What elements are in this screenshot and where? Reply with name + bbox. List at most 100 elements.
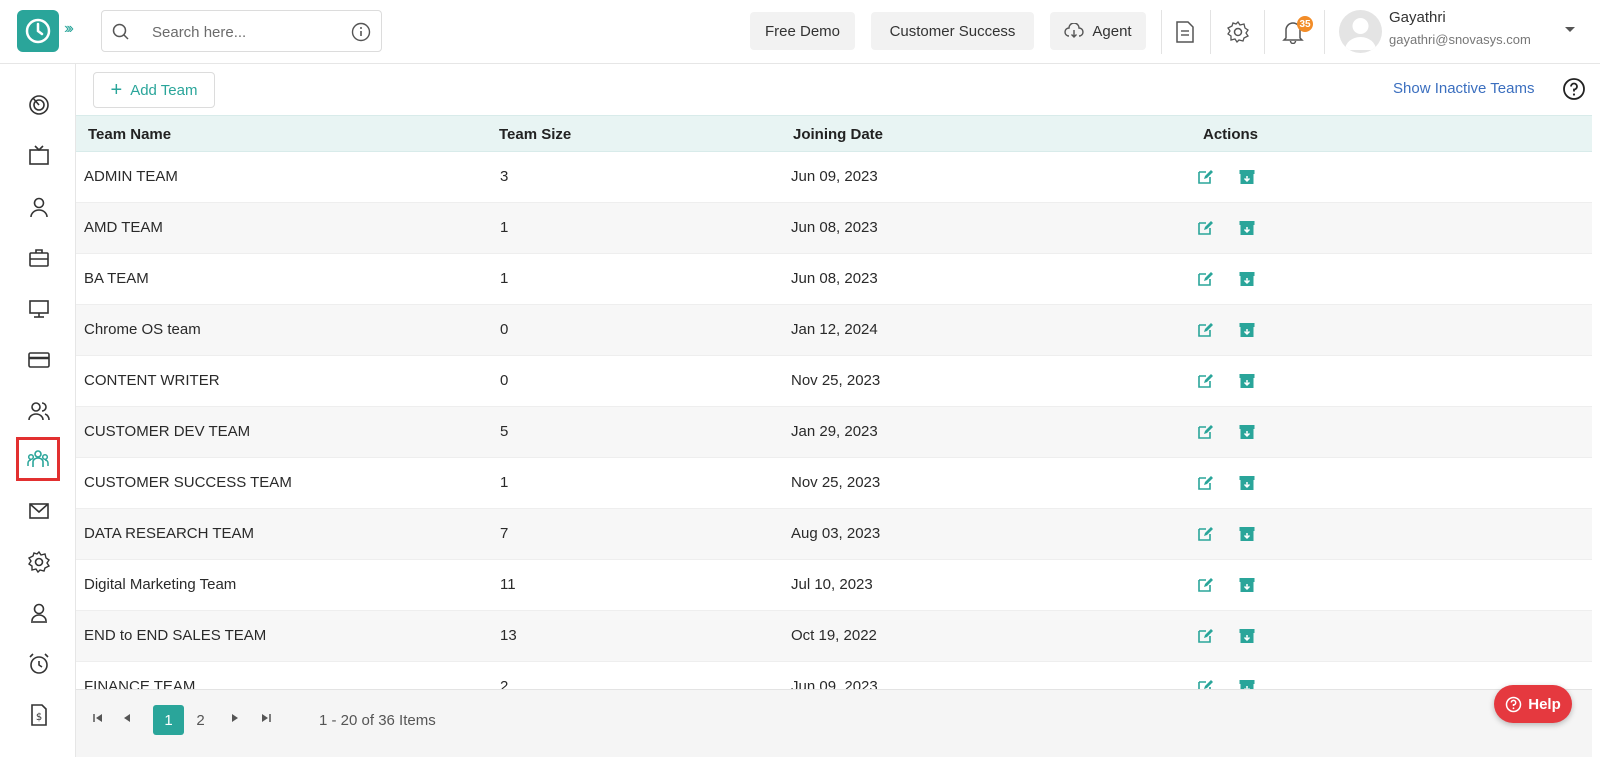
team-size-cell: 11 xyxy=(500,576,516,593)
edit-icon[interactable] xyxy=(1195,320,1215,340)
first-page-icon[interactable] xyxy=(92,712,104,724)
team-size-cell: 1 xyxy=(500,270,509,287)
info-icon[interactable] xyxy=(351,22,371,42)
archive-icon[interactable] xyxy=(1237,626,1257,646)
sidebar-item-dashboard[interactable] xyxy=(18,84,60,126)
main-content: + Add Team Show Inactive Teams Team Name… xyxy=(76,64,1600,757)
team-size-cell: 1 xyxy=(500,219,509,236)
free-demo-button[interactable]: Free Demo xyxy=(750,12,855,50)
archive-icon[interactable] xyxy=(1237,167,1257,187)
joining-date-cell: Jan 29, 2023 xyxy=(791,423,878,440)
sidebar-item-alarm[interactable] xyxy=(18,643,60,685)
joining-date-cell: Jan 12, 2024 xyxy=(791,321,878,338)
team-name-cell: BA TEAM xyxy=(84,270,149,287)
table-row[interactable]: CUSTOMER SUCCESS TEAM 1 Nov 25, 2023 xyxy=(76,458,1592,509)
divider xyxy=(1161,10,1162,54)
header-team-name[interactable]: Team Name xyxy=(88,126,171,143)
page-button-2[interactable]: 2 xyxy=(185,705,216,735)
edit-icon[interactable] xyxy=(1195,575,1215,595)
edit-icon[interactable] xyxy=(1195,269,1215,289)
avatar[interactable] xyxy=(1339,10,1382,53)
edit-icon[interactable] xyxy=(1195,167,1215,187)
table-row[interactable]: AMD TEAM 1 Jun 08, 2023 xyxy=(76,203,1592,254)
next-page-icon[interactable] xyxy=(230,712,240,724)
last-page-icon[interactable] xyxy=(260,712,272,724)
edit-icon[interactable] xyxy=(1195,473,1215,493)
table-row[interactable]: CUSTOMER DEV TEAM 5 Jan 29, 2023 xyxy=(76,407,1592,458)
pagination-info: 1 - 20 of 36 Items xyxy=(319,712,436,729)
joining-date-cell: Jun 09, 2023 xyxy=(791,168,878,185)
archive-icon[interactable] xyxy=(1237,473,1257,493)
help-question-icon[interactable] xyxy=(1562,77,1586,101)
previous-page-icon[interactable] xyxy=(122,712,132,724)
sidebar-item-user[interactable] xyxy=(18,186,60,228)
show-inactive-teams-link[interactable]: Show Inactive Teams xyxy=(1393,80,1534,97)
table-row[interactable]: BA TEAM 1 Jun 08, 2023 xyxy=(76,254,1592,305)
agent-label: Agent xyxy=(1092,22,1132,40)
header-team-size[interactable]: Team Size xyxy=(499,126,571,143)
search-input[interactable] xyxy=(152,21,332,43)
archive-icon[interactable] xyxy=(1237,269,1257,289)
table-row[interactable]: Digital Marketing Team 11 Jul 10, 2023 xyxy=(76,560,1592,611)
table-row[interactable]: Chrome OS team 0 Jan 12, 2024 xyxy=(76,305,1592,356)
tv-icon xyxy=(29,145,49,165)
header-actions: Actions xyxy=(1203,126,1259,143)
edit-icon[interactable] xyxy=(1195,626,1215,646)
search-box xyxy=(101,10,382,52)
sidebar-item-mail[interactable] xyxy=(18,490,60,532)
table-row[interactable]: CONTENT WRITER 0 Nov 25, 2023 xyxy=(76,356,1592,407)
user-email: gayathri@snovasys.com xyxy=(1389,32,1531,47)
table-row[interactable]: DATA RESEARCH TEAM 7 Aug 03, 2023 xyxy=(76,509,1592,560)
sidebar-item-briefcase[interactable] xyxy=(18,237,60,279)
table-header: Team Name Team Size Joining Date Actions xyxy=(76,115,1592,152)
settings-gear-icon[interactable] xyxy=(1226,20,1250,44)
page-button-1[interactable]: 1 xyxy=(153,705,184,735)
briefcase-icon xyxy=(29,249,49,267)
joining-date-cell: Jun 08, 2023 xyxy=(791,219,878,236)
archive-icon[interactable] xyxy=(1237,218,1257,238)
search-icon xyxy=(112,23,129,40)
sidebar-item-invoice[interactable]: $ xyxy=(18,694,60,736)
edit-icon[interactable] xyxy=(1195,422,1215,442)
sidebar-item-payments[interactable] xyxy=(18,339,60,381)
sidebar-item-teams[interactable] xyxy=(16,437,60,481)
archive-icon[interactable] xyxy=(1237,422,1257,442)
table-row[interactable]: ADMIN TEAM 3 Jun 09, 2023 xyxy=(76,152,1592,203)
document-icon[interactable] xyxy=(1174,20,1196,44)
archive-icon[interactable] xyxy=(1237,371,1257,391)
divider xyxy=(1324,10,1325,54)
archive-icon[interactable] xyxy=(1237,575,1257,595)
sidebar-item-settings[interactable] xyxy=(18,541,60,583)
archive-icon[interactable] xyxy=(1237,320,1257,340)
sidebar-item-monitor[interactable] xyxy=(18,288,60,330)
edit-icon[interactable] xyxy=(1195,524,1215,544)
customer-success-button[interactable]: Customer Success xyxy=(871,12,1034,50)
help-button[interactable]: Help xyxy=(1494,685,1572,723)
team-name-cell: CUSTOMER SUCCESS TEAM xyxy=(84,474,292,491)
sidebar-item-tv[interactable] xyxy=(18,135,60,177)
archive-icon[interactable] xyxy=(1237,524,1257,544)
team-size-cell: 13 xyxy=(500,627,517,644)
sidebar-item-users[interactable] xyxy=(18,390,60,432)
table-row[interactable]: END to END SALES TEAM 13 Oct 19, 2022 xyxy=(76,611,1592,662)
add-team-button[interactable]: + Add Team xyxy=(93,72,215,108)
team-name-cell: ADMIN TEAM xyxy=(84,168,178,185)
edit-icon[interactable] xyxy=(1195,371,1215,391)
header-joining-date[interactable]: Joining Date xyxy=(793,126,883,143)
team-size-cell: 3 xyxy=(500,168,509,185)
team-size-cell: 0 xyxy=(500,372,509,389)
sidebar-item-profile[interactable] xyxy=(18,592,60,634)
add-team-label: Add Team xyxy=(130,81,198,99)
chevron-down-icon[interactable] xyxy=(1564,26,1576,34)
team-size-cell: 7 xyxy=(500,525,509,542)
edit-icon[interactable] xyxy=(1195,218,1215,238)
team-size-cell: 5 xyxy=(500,423,509,440)
agent-button[interactable]: Agent xyxy=(1050,12,1146,50)
expand-sidebar-icon[interactable]: ››› xyxy=(64,20,74,38)
team-size-cell: 0 xyxy=(500,321,509,338)
sidebar: $ xyxy=(0,64,76,757)
team-name-cell: DATA RESEARCH TEAM xyxy=(84,525,255,542)
team-name-cell: Chrome OS team xyxy=(84,321,201,338)
app-logo[interactable] xyxy=(17,10,59,52)
team-name-cell: Digital Marketing Team xyxy=(84,576,237,593)
